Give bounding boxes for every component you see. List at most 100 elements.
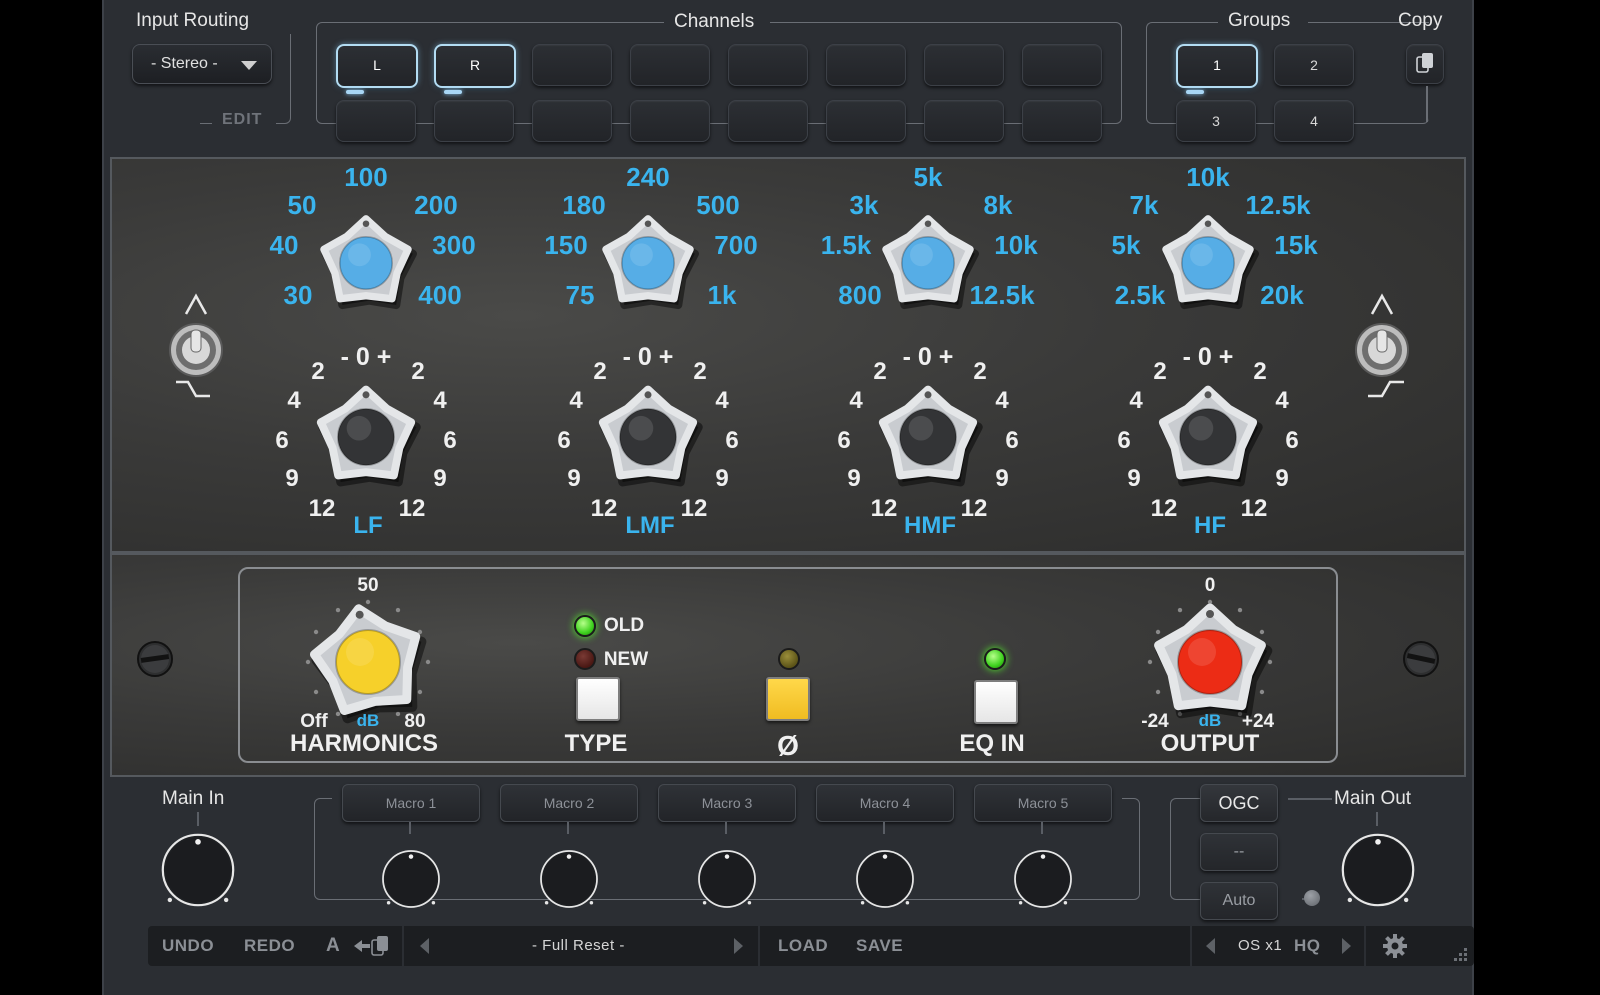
macro-knob-5[interactable] xyxy=(1008,844,1078,919)
input-routing-label: Input Routing xyxy=(136,10,250,31)
load-button[interactable]: LOAD xyxy=(778,936,828,956)
channel-button[interactable] xyxy=(924,44,1004,86)
channels-label: Channels xyxy=(674,11,755,32)
main-in-label: Main In xyxy=(162,788,225,809)
channel-button[interactable] xyxy=(532,100,612,142)
copy-icon xyxy=(1416,53,1433,73)
freq-scale-label: 200 xyxy=(414,190,458,220)
groups-label: Groups xyxy=(1228,10,1291,31)
gain-scale-label: 9 xyxy=(285,465,299,492)
quality-value[interactable]: HQ xyxy=(1294,936,1321,956)
main-out-knob[interactable] xyxy=(1334,826,1422,919)
macro-button-5[interactable]: Macro 5 xyxy=(974,784,1112,822)
gain-scale-label: 9 xyxy=(715,465,729,492)
output-top-label: 0 xyxy=(1204,575,1216,596)
type-button[interactable] xyxy=(576,677,620,721)
eq-in-button[interactable] xyxy=(974,680,1018,724)
freq-scale-label: 10k xyxy=(994,230,1038,260)
gain-scale-label: 12 xyxy=(308,495,336,522)
macro-knob-3[interactable] xyxy=(692,844,762,919)
gain-knob-lf[interactable] xyxy=(308,379,424,500)
macro-knob-2[interactable] xyxy=(534,844,604,919)
channel-button[interactable] xyxy=(630,44,710,86)
channel-button[interactable] xyxy=(826,44,906,86)
freq-knob-lmf[interactable] xyxy=(594,209,702,322)
gain-scale-label: 9 xyxy=(433,465,447,492)
group-button-4[interactable]: 4 xyxy=(1274,100,1354,142)
ogc-button[interactable]: OGC xyxy=(1200,784,1278,822)
phase-button[interactable] xyxy=(766,677,810,721)
macro-knob-1[interactable] xyxy=(376,844,446,919)
save-button[interactable]: SAVE xyxy=(856,936,903,956)
low-shelf-toggle[interactable] xyxy=(168,290,224,402)
channel-button[interactable] xyxy=(630,100,710,142)
high-shelf-toggle[interactable] xyxy=(1354,290,1410,402)
output-min-label: -24 xyxy=(1141,711,1169,732)
macro-button-4[interactable]: Macro 4 xyxy=(816,784,954,822)
gain-knob-hmf[interactable] xyxy=(870,379,986,500)
channel-button[interactable] xyxy=(532,44,612,86)
auto-button[interactable]: Auto xyxy=(1200,882,1278,920)
macro-button-3[interactable]: Macro 3 xyxy=(658,784,796,822)
preset-name[interactable]: - Full Reset - xyxy=(532,937,625,954)
input-routing-value: - Stereo - xyxy=(151,55,218,72)
edit-routing-button[interactable]: EDIT xyxy=(222,111,262,129)
channel-button[interactable] xyxy=(1022,100,1102,142)
group-button-1[interactable]: 1 xyxy=(1176,44,1258,88)
freq-scale-label: 100 xyxy=(344,162,388,192)
gain-scale-label: 12 xyxy=(870,495,898,522)
gear-icon[interactable] xyxy=(1382,933,1408,959)
channel-button[interactable] xyxy=(336,100,416,142)
macro-button-1[interactable]: Macro 1 xyxy=(342,784,480,822)
gain-scale-label: 6 xyxy=(557,427,571,454)
channel-button[interactable] xyxy=(924,100,1004,142)
harmonics-max-label: 80 xyxy=(404,711,426,732)
gain-scale-label: 6 xyxy=(443,427,457,454)
channel-button[interactable]: L xyxy=(336,44,418,88)
channel-button[interactable] xyxy=(826,100,906,142)
channel-active-indicator xyxy=(444,90,462,94)
gain-knob-lmf[interactable] xyxy=(590,379,706,500)
ogc-value-button[interactable]: -- xyxy=(1200,833,1278,871)
preset-next-icon[interactable] xyxy=(734,938,743,954)
auto-led xyxy=(1304,890,1320,906)
harmonics-unit-label: dB xyxy=(356,711,380,730)
redo-button[interactable]: REDO xyxy=(244,936,295,956)
oversampling-value[interactable]: OS x1 xyxy=(1238,937,1282,954)
resize-handle-icon[interactable] xyxy=(1450,946,1470,966)
os-next-icon[interactable] xyxy=(1342,938,1351,954)
freq-scale-label: 75 xyxy=(565,280,595,310)
freq-scale-label: 15k xyxy=(1274,230,1318,260)
group-button-3[interactable]: 3 xyxy=(1176,100,1256,142)
freq-scale-label: 240 xyxy=(626,162,670,192)
channel-button[interactable] xyxy=(728,100,808,142)
main-in-knob[interactable] xyxy=(154,826,242,919)
preset-prev-icon[interactable] xyxy=(420,938,429,954)
freq-scale-label: 150 xyxy=(544,230,588,260)
macro-button-2[interactable]: Macro 2 xyxy=(500,784,638,822)
macro-knob-4[interactable] xyxy=(850,844,920,919)
group-button-2[interactable]: 2 xyxy=(1274,44,1354,86)
screw-icon xyxy=(1403,641,1439,677)
input-routing-select[interactable]: - Stereo - xyxy=(132,44,272,84)
channel-button[interactable]: R xyxy=(434,44,516,88)
channel-button[interactable] xyxy=(1022,44,1102,86)
freq-scale-label: 30 xyxy=(283,280,313,310)
freq-knob-hf[interactable] xyxy=(1154,209,1262,322)
copy-button[interactable] xyxy=(1406,44,1444,84)
freq-scale-label: 10k xyxy=(1186,162,1230,192)
channel-button[interactable] xyxy=(434,100,514,142)
plugin-window: Input Routing - Stereo - EDIT Channels G… xyxy=(102,0,1474,995)
ab-button[interactable]: A xyxy=(326,935,340,957)
freq-knob-lf[interactable] xyxy=(312,209,420,322)
output-max-label: +24 xyxy=(1241,711,1275,732)
channel-button[interactable] xyxy=(728,44,808,86)
gain-knob-hf[interactable] xyxy=(1150,379,1266,500)
freq-knob-hmf[interactable] xyxy=(874,209,982,322)
gain-scale-label: 12 xyxy=(1150,495,1178,522)
undo-button[interactable]: UNDO xyxy=(162,936,214,956)
gain-scale-label: 6 xyxy=(275,427,289,454)
os-prev-icon[interactable] xyxy=(1206,938,1215,954)
ab-copy-icon[interactable] xyxy=(352,934,392,958)
type-old-label: OLD xyxy=(603,615,645,636)
